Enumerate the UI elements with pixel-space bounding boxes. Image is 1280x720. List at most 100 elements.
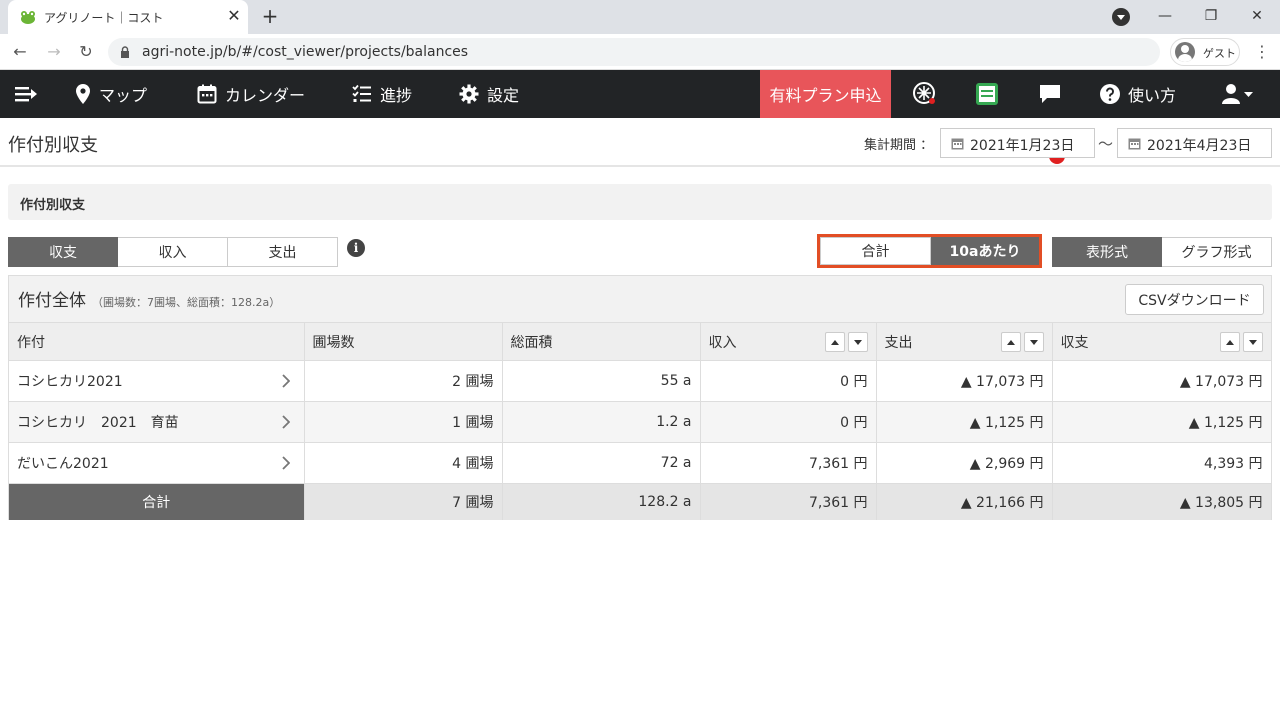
close-tab-icon[interactable]: ✕ — [224, 6, 244, 26]
lock-icon — [121, 46, 129, 58]
nav-progress-label: 進捗 — [380, 86, 413, 105]
guest-label: ゲスト — [1203, 47, 1236, 60]
chat-icon — [1040, 85, 1060, 103]
help-icon — [1100, 84, 1120, 104]
sort-asc-icon[interactable] — [1000, 332, 1021, 352]
agri-record-button[interactable] — [975, 70, 999, 118]
col-header-balance: 収支 — [1052, 322, 1272, 361]
table-header-row: 作付 圃場数 総面積 収入 支出 収支 — [9, 322, 1272, 361]
view-graph-button[interactable]: グラフ形式 — [1162, 237, 1272, 267]
panel-subtitle: （圃場数：7圃場、総面積：128.2a） — [92, 296, 281, 309]
total-balance: ▲ 13,805 円 — [1052, 483, 1272, 520]
forward-icon[interactable]: → — [42, 40, 66, 64]
chevron-right-icon — [281, 415, 290, 429]
restore-icon[interactable]: ❐ — [1188, 0, 1234, 34]
rice-icon — [913, 82, 935, 104]
nav-progress[interactable]: 進捗 — [352, 70, 412, 118]
window-close-icon[interactable]: ✕ — [1234, 0, 1280, 34]
tab-income[interactable]: 収入 — [118, 237, 228, 267]
calendar-icon — [951, 138, 964, 150]
mode-per-10a-button[interactable]: 10aあたり — [931, 237, 1039, 265]
area-cell: 72 a — [502, 442, 701, 484]
info-icon[interactable]: i — [347, 239, 365, 257]
tab-search-icon[interactable] — [1112, 8, 1130, 26]
tab-title: アグリノート｜コスト — [44, 11, 164, 25]
browser-tab-strip: アグリノート｜コスト ✕ + — ❐ ✕ — [0, 0, 1280, 34]
col-header-income-label: 収入 — [708, 334, 737, 351]
col-header-area: 総面積 — [502, 322, 701, 361]
sidebar-toggle-button[interactable] — [14, 70, 38, 118]
crop-cell[interactable]: コシヒカリ 2021 育苗 — [9, 401, 305, 443]
fields-cell: 1 圃場 — [304, 401, 503, 443]
header-divider — [0, 165, 1280, 167]
income-cell: 0 円 — [700, 401, 877, 443]
minimize-icon[interactable]: — — [1142, 0, 1188, 34]
date-separator: 〜 — [1098, 135, 1114, 153]
sort-desc-icon[interactable] — [1242, 332, 1263, 352]
sort-desc-icon[interactable] — [847, 332, 868, 352]
crop-name: だいこん2021 — [17, 456, 109, 472]
col-header-expense: 支出 — [876, 322, 1053, 361]
total-fields: 7 圃場 — [304, 483, 503, 520]
new-tab-icon[interactable]: + — [258, 5, 282, 29]
date-from-field[interactable]: 2021年1月23日 — [940, 128, 1095, 158]
app-navbar: マップ カレンダー 進捗 設定 有料プラン申込 9 使い方 — [0, 70, 1280, 164]
checklist-icon — [352, 84, 371, 102]
area-cell: 55 a — [502, 360, 701, 402]
table-row[interactable]: コシヒカリ2021 2 圃場 55 a 0 円 ▲ 17,073 円 ▲ 17,… — [9, 360, 1272, 402]
total-expense: ▲ 21,166 円 — [876, 483, 1053, 520]
chevron-right-icon — [281, 456, 290, 470]
crop-cell[interactable]: だいこん2021 — [9, 442, 305, 484]
nav-settings[interactable]: 設定 — [459, 70, 519, 118]
paid-plan-button[interactable]: 有料プラン申込 — [760, 70, 891, 118]
nav-calendar[interactable]: カレンダー — [197, 70, 305, 118]
calendar-icon — [197, 84, 217, 104]
more-menu-icon[interactable]: ⋮ — [1252, 42, 1272, 62]
view-table-button[interactable]: 表形式 — [1052, 237, 1162, 267]
crop-name: コシヒカリ 2021 育苗 — [17, 415, 179, 431]
total-label: 合計 — [9, 483, 305, 520]
reload-icon[interactable]: ↻ — [74, 40, 98, 64]
csv-download-button[interactable]: CSVダウンロード — [1125, 284, 1264, 315]
mode-total-button[interactable]: 合計 — [820, 237, 931, 265]
col-header-balance-label: 収支 — [1060, 334, 1089, 351]
user-menu-button[interactable] — [1222, 70, 1254, 118]
fields-cell: 4 圃場 — [304, 442, 503, 484]
income-cell: 0 円 — [700, 360, 877, 402]
crop-cell[interactable]: コシヒカリ2021 — [9, 360, 305, 402]
url-text: agri-note.jp/b/#/cost_viewer/projects/ba… — [142, 44, 469, 60]
gear-icon — [459, 84, 479, 104]
income-cell: 7,361 円 — [700, 442, 877, 484]
sort-asc-icon[interactable] — [824, 332, 845, 352]
col-header-crop: 作付 — [9, 322, 305, 361]
browser-toolbar: ← → ↻ agri-note.jp/b/#/cost_viewer/proje… — [0, 34, 1280, 70]
date-from-text: 2021年1月23日 — [970, 138, 1075, 154]
expense-cell: ▲ 2,969 円 — [876, 442, 1053, 484]
tab-expense[interactable]: 支出 — [228, 237, 338, 267]
nav-help[interactable]: 使い方 — [1100, 70, 1176, 118]
frog-icon — [21, 11, 35, 24]
rice-button[interactable] — [912, 70, 938, 118]
nav-map[interactable]: マップ — [75, 70, 147, 118]
table-row[interactable]: コシヒカリ 2021 育苗 1 圃場 1.2 a 0 円 ▲ 1,125 円 ▲… — [9, 401, 1272, 443]
address-bar[interactable]: agri-note.jp/b/#/cost_viewer/projects/ba… — [108, 38, 1160, 66]
sort-desc-icon[interactable] — [1023, 332, 1044, 352]
browser-tab[interactable]: アグリノート｜コスト ✕ — [8, 0, 248, 34]
page-title: 作付別収支 — [8, 135, 98, 156]
tab-balance[interactable]: 収支 — [8, 237, 118, 267]
date-to-field[interactable]: 2021年4月23日 — [1117, 128, 1272, 158]
guest-profile-button[interactable]: ゲスト — [1170, 38, 1240, 66]
table-row[interactable]: だいこん2021 4 圃場 72 a 7,361 円 ▲ 2,969 円 4,3… — [9, 442, 1272, 484]
section-title: 作付別収支 — [20, 198, 86, 213]
panel-title-text: 作付全体 — [18, 291, 86, 311]
balance-panel: 作付全体 （圃場数：7圃場、総面積：128.2a） CSVダウンロード 作付 圃場… — [8, 275, 1272, 520]
col-header-income: 収入 — [700, 322, 877, 361]
messages-button[interactable] — [1039, 70, 1061, 118]
sort-asc-icon[interactable] — [1219, 332, 1240, 352]
nav-map-label: マップ — [99, 86, 148, 105]
period-label: 集計期間 ： — [864, 138, 934, 153]
total-income: 7,361 円 — [700, 483, 877, 520]
section-header: 作付別収支 — [8, 184, 1272, 220]
back-icon[interactable]: ← — [8, 40, 32, 64]
user-icon — [1222, 84, 1253, 104]
